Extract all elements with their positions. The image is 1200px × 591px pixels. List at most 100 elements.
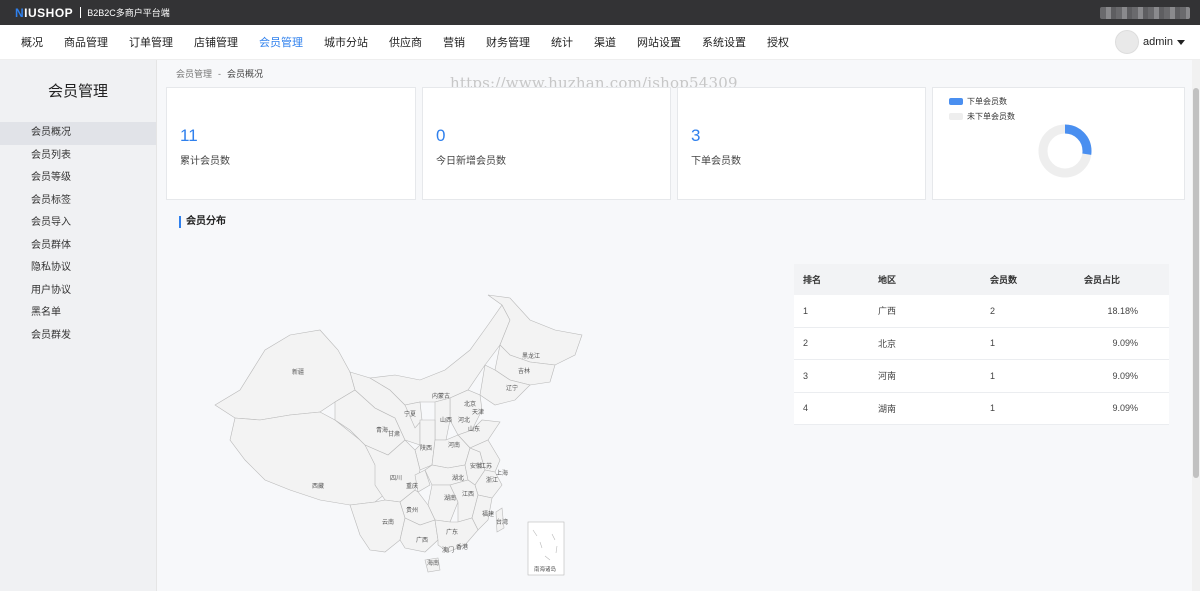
col-region-header: 地区 bbox=[878, 275, 897, 285]
map-province-label: 河北 bbox=[458, 416, 470, 424]
col-count-header: 会员数 bbox=[990, 275, 1018, 285]
col-ratio-header: 会员占比 bbox=[1084, 275, 1121, 285]
main-nav: 概况 商品管理 订单管理 店铺管理 会员管理 城市分站 供应商 营销 财务管理 统计 渠道 网站设置 系… bbox=[0, 25, 1200, 60]
member-order-donut-chart bbox=[1038, 124, 1092, 178]
legend-label: 未下单会员数 bbox=[967, 112, 1015, 121]
map-province-label: 北京 bbox=[464, 400, 476, 408]
map-province-label: 福建 bbox=[482, 510, 494, 518]
map-province-label: 山东 bbox=[468, 425, 480, 433]
nav-item-12[interactable]: 系统设置 bbox=[702, 34, 746, 50]
legend-not-ordered[interactable]: 未下单会员数 bbox=[949, 111, 1015, 122]
sidebar-item-8[interactable]: 黑名单 bbox=[0, 302, 156, 325]
sidebar-item-1[interactable]: 会员列表 bbox=[0, 145, 156, 168]
top-bar: NIUSHOP B2B2C多商户平台端 bbox=[0, 0, 1200, 25]
map-province-label: 辽宁 bbox=[506, 384, 518, 392]
inset-label: 南海诸岛 bbox=[534, 565, 557, 573]
map-province-label: 甘肃 bbox=[388, 430, 400, 438]
stat-label: 今日新增会员数 bbox=[436, 156, 506, 167]
nav-item-5[interactable]: 城市分站 bbox=[324, 34, 368, 50]
user-menu[interactable]: admin bbox=[1115, 30, 1185, 54]
chevron-down-icon[interactable] bbox=[1177, 39, 1185, 45]
map-province-label: 江苏 bbox=[480, 462, 492, 470]
map-region-xinjiang[interactable] bbox=[214, 329, 356, 421]
map-province-label: 内蒙古 bbox=[432, 392, 450, 400]
table-cell: 1 bbox=[803, 305, 809, 316]
table-row: 3 河南 1 9.09% bbox=[794, 360, 1169, 393]
table-body: 1 广西 2 18.18% 2 北京 1 9.09% 3 河南 1 9.09% 4 湖南 1 9.09% bbox=[794, 295, 1169, 425]
nav-item-9[interactable]: 统计 bbox=[551, 34, 573, 50]
platform-name: B2B2C多商户平台端 bbox=[87, 8, 170, 18]
map-province-label: 重庆 bbox=[406, 482, 418, 490]
sidebar-item-5[interactable]: 会员群体 bbox=[0, 235, 156, 258]
table-row: 1 广西 2 18.18% bbox=[794, 295, 1169, 328]
nav-item-0[interactable]: 概况 bbox=[21, 34, 43, 50]
nav-item-10[interactable]: 渠道 bbox=[594, 34, 616, 50]
breadcrumb: 会员管理 - 会员概况 bbox=[176, 67, 263, 80]
stat-value: 0 bbox=[436, 126, 446, 145]
col-rank-header: 排名 bbox=[803, 275, 822, 285]
sidebar-item-0[interactable]: 会员概况 bbox=[0, 122, 156, 145]
map-region-yunnan[interactable] bbox=[349, 499, 406, 553]
nav-item-2[interactable]: 订单管理 bbox=[129, 34, 173, 50]
nav-item-4[interactable]: 会员管理 bbox=[259, 34, 303, 50]
legend-label: 下单会员数 bbox=[967, 97, 1007, 106]
map-province-label: 台湾 bbox=[496, 518, 508, 526]
table-cell: 18.18% bbox=[1107, 305, 1138, 316]
sidebar-item-2[interactable]: 会员等级 bbox=[0, 167, 156, 190]
table-row: 4 湖南 1 9.09% bbox=[794, 392, 1169, 425]
niushop-logo[interactable]: NIUSHOP bbox=[15, 6, 73, 20]
nav-item-11[interactable]: 网站设置 bbox=[637, 34, 681, 50]
breadcrumb-current: 会员概况 bbox=[227, 69, 264, 79]
member-region-table: 排名 地区 会员数 会员占比 1 广西 2 18.18% 2 北京 1 9.09% 3 河南 1 9.… bbox=[794, 264, 1169, 425]
nav-item-1[interactable]: 商品管理 bbox=[64, 34, 108, 50]
legend-swatch-ordered bbox=[949, 98, 963, 105]
stat-label: 累计会员数 bbox=[180, 156, 230, 167]
table-cell: 湖南 bbox=[878, 403, 897, 414]
sidebar-item-4[interactable]: 会员导入 bbox=[0, 212, 156, 235]
map-province-label: 新疆 bbox=[292, 368, 304, 376]
table-cell: 1 bbox=[990, 338, 996, 349]
nav-item-6[interactable]: 供应商 bbox=[389, 34, 422, 50]
map-province-label: 山西 bbox=[440, 416, 452, 424]
map-province-label: 澳门 bbox=[442, 546, 454, 554]
table-cell: 9.09% bbox=[1112, 403, 1138, 414]
china-member-distribution-map: 新疆西藏 青海甘肃 宁夏 内蒙古 黑龙江吉林辽宁北京天津河北山西山东陕西 河南四川重庆 湖北… bbox=[214, 294, 583, 576]
sidebar-item-7[interactable]: 用户协议 bbox=[0, 280, 156, 303]
map-province-label: 四川 bbox=[390, 475, 402, 482]
scrollbar-thumb[interactable] bbox=[1193, 88, 1199, 478]
sidebar-title: 会员管理 bbox=[47, 83, 108, 100]
avatar[interactable] bbox=[1115, 30, 1140, 54]
map-province-label: 广东 bbox=[446, 528, 458, 536]
sidebar-item-3[interactable]: 会员标签 bbox=[0, 190, 156, 213]
sidebar: 会员管理 会员概况 会员列表 会员等级 会员标签 会员导入 会员群体 隐私协议 用户协议 黑名单… bbox=[0, 60, 157, 591]
legend-ordered[interactable]: 下单会员数 bbox=[949, 96, 1007, 107]
table-cell: 2 bbox=[990, 305, 996, 316]
nav-item-7[interactable]: 营销 bbox=[443, 34, 465, 50]
map-province-label: 香港 bbox=[456, 543, 468, 551]
stat-card-ordered-members: 3 下单会员数 bbox=[677, 87, 926, 200]
sidebar-item-6[interactable]: 隐私协议 bbox=[0, 257, 156, 280]
legend-swatch-not-ordered bbox=[949, 113, 963, 120]
blurred-account-info bbox=[1100, 7, 1190, 19]
map-province-label: 广西 bbox=[416, 536, 428, 544]
table-cell: 4 bbox=[803, 403, 809, 414]
table-cell: 1 bbox=[990, 403, 996, 414]
map-province-label: 宁夏 bbox=[404, 410, 416, 418]
map-province-label: 陕西 bbox=[420, 444, 432, 452]
table-cell: 2 bbox=[803, 338, 809, 349]
nav-item-13[interactable]: 授权 bbox=[767, 34, 789, 50]
map-province-label: 湖南 bbox=[444, 494, 456, 502]
table-row: 2 北京 1 9.09% bbox=[794, 327, 1169, 360]
sidebar-item-9[interactable]: 会员群发 bbox=[0, 325, 156, 348]
breadcrumb-parent[interactable]: 会员管理 bbox=[176, 69, 212, 79]
map-province-label: 青海 bbox=[376, 426, 388, 434]
logo-divider bbox=[80, 7, 82, 18]
table-cell: 河南 bbox=[878, 371, 897, 382]
table-cell: 北京 bbox=[878, 338, 897, 349]
username[interactable]: admin bbox=[1143, 36, 1173, 48]
nav-item-8[interactable]: 财务管理 bbox=[486, 34, 530, 50]
map-province-label: 天津 bbox=[472, 409, 484, 416]
nav-item-3[interactable]: 店铺管理 bbox=[194, 34, 238, 50]
map-province-label: 上海 bbox=[496, 469, 508, 477]
breadcrumb-separator: - bbox=[218, 69, 222, 79]
